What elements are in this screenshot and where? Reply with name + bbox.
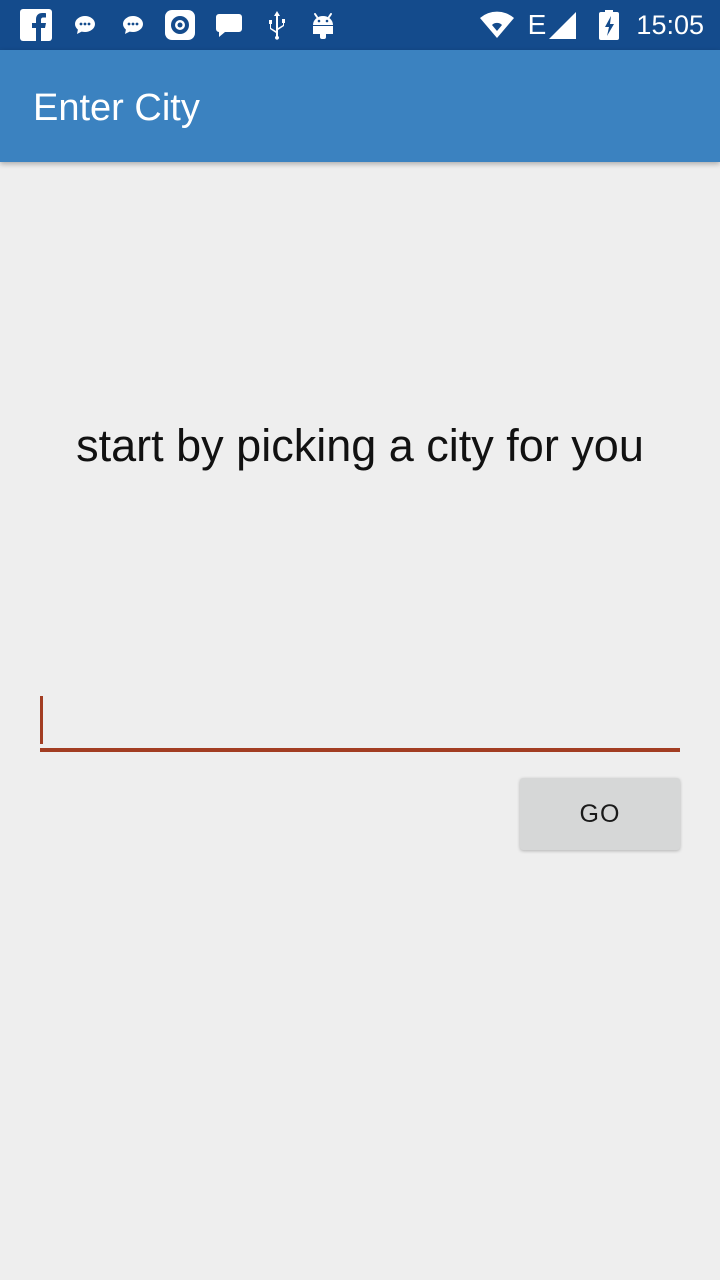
- usb-icon: [264, 9, 290, 41]
- signal-icon: [546, 9, 578, 41]
- network-type: E: [527, 9, 547, 40]
- city-input-container: [40, 690, 680, 752]
- chat-bubble-icon: [72, 9, 98, 41]
- prompt-text: start by picking a city for you: [76, 420, 644, 471]
- go-button[interactable]: GO: [520, 778, 680, 850]
- page-title: Enter City: [33, 87, 200, 129]
- text-cursor: [40, 696, 43, 744]
- battery-charging-icon: [596, 9, 622, 41]
- android-debug-icon: [310, 9, 336, 41]
- status-time: 15:05: [636, 10, 704, 40]
- facebook-icon: [20, 9, 52, 41]
- city-input[interactable]: [40, 690, 680, 748]
- status-bar: E 15:05: [0, 0, 720, 50]
- wifi-icon: [478, 9, 516, 41]
- app-bar: Enter City: [0, 50, 720, 162]
- camera-app-icon: [164, 9, 196, 41]
- chat-bubble-icon: [120, 9, 146, 41]
- message-icon: [214, 9, 244, 41]
